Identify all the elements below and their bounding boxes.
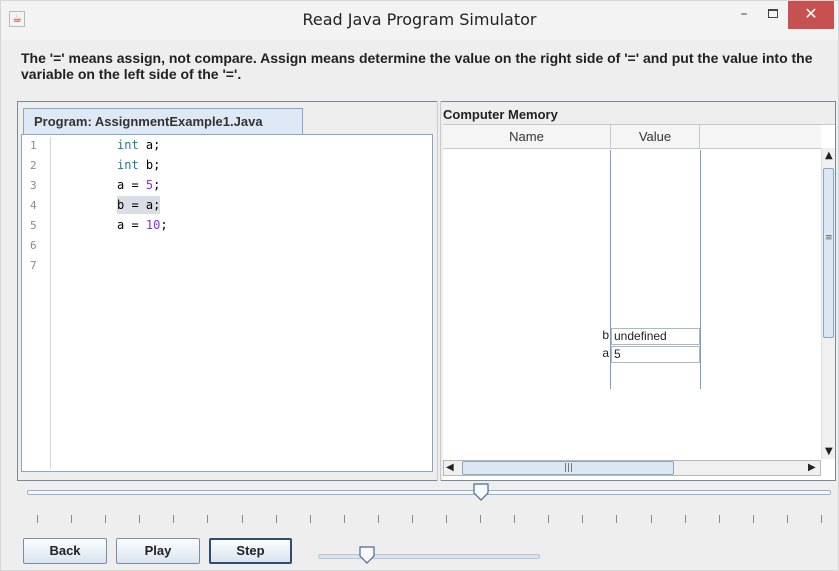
timeline-tick: [411, 515, 413, 523]
memory-table: Name Value b undefined a 5: [443, 124, 835, 480]
code-text: a;: [138, 138, 161, 152]
timeline-tick: [446, 515, 448, 523]
scroll-right-icon[interactable]: ▶: [808, 462, 816, 473]
line-number: 2: [30, 159, 37, 172]
variable-name: a: [602, 346, 609, 360]
line-number: 5: [30, 219, 37, 232]
memory-label: Computer Memory: [443, 107, 558, 122]
variable-value: undefined: [611, 328, 700, 345]
vertical-scroll-thumb[interactable]: [823, 168, 834, 338]
line-number: 7: [30, 259, 37, 272]
number-literal: 10: [145, 218, 161, 232]
timeline-tick: [786, 515, 788, 523]
code-line-3: a = 5;: [117, 176, 160, 194]
timeline-tick: [582, 515, 584, 523]
line-number: 3: [30, 179, 37, 192]
code-text: a =: [117, 218, 146, 232]
grip-icon: ≡: [825, 233, 833, 243]
line-number: 1: [30, 139, 37, 152]
timeline-tick: [173, 515, 175, 523]
variable-name: b: [602, 328, 609, 342]
variable-value: 5: [611, 346, 700, 363]
column-divider: [700, 150, 701, 389]
step-button[interactable]: Step: [209, 538, 292, 564]
back-button[interactable]: Back: [23, 538, 107, 564]
grip-icon: |||: [564, 463, 574, 473]
timeline-tick: [548, 515, 550, 523]
code-text: a =: [117, 178, 146, 192]
line-number-gutter: 1 2 3 4 5 6 7: [23, 137, 51, 469]
code-line-1: int a;: [117, 136, 160, 154]
column-header-value[interactable]: Value: [611, 125, 700, 149]
timeline-tick: [105, 515, 107, 523]
code-line-2: int b;: [117, 156, 160, 174]
timeline-tick: [480, 515, 482, 523]
minimize-icon[interactable]: –: [730, 1, 758, 29]
window-title: Read Java Program Simulator: [302, 10, 537, 29]
timeline-tick: [821, 515, 822, 523]
timeline-tick: [71, 515, 73, 523]
split-divider[interactable]: [437, 101, 441, 481]
code-text: b = a;: [117, 198, 161, 212]
keyword: int: [117, 158, 139, 172]
scroll-down-icon[interactable]: ▼: [825, 446, 833, 457]
timeline-tick: [718, 515, 720, 523]
tab-program[interactable]: Program: AssignmentExample1.Java: [23, 108, 303, 134]
line-number: 6: [30, 239, 37, 252]
column-header-name[interactable]: Name: [443, 125, 611, 149]
instruction-text: The '=' means assign, not compare. Assig…: [21, 50, 813, 82]
speed-slider-knob[interactable]: [359, 546, 375, 564]
title-bar: ☕ Read Java Program Simulator – ✕: [0, 0, 839, 40]
play-button[interactable]: Play: [116, 538, 200, 564]
timeline-tick: [37, 515, 38, 523]
timeline-tick: [275, 515, 277, 523]
timeline-tick: [241, 515, 243, 523]
timeline-tick: [343, 515, 345, 523]
timeline-tick: [514, 515, 516, 523]
timeline-tick: [207, 515, 209, 523]
code-editor[interactable]: 1 2 3 4 5 6 7: [21, 134, 433, 472]
timeline-tick: [139, 515, 141, 523]
code-text: b;: [138, 158, 161, 172]
timeline-tick: [309, 515, 311, 523]
code-line-4-current: b = a;: [117, 196, 161, 214]
timeline-slider-knob[interactable]: [473, 483, 489, 501]
timeline-tick: [752, 515, 754, 523]
scroll-left-icon[interactable]: ◀: [446, 462, 454, 473]
line-number: 4: [30, 199, 37, 212]
timeline-tick: [377, 515, 379, 523]
keyword: int: [117, 138, 139, 152]
maximize-icon[interactable]: [758, 1, 788, 29]
timeline-tick: [650, 515, 652, 523]
timeline-tick: [616, 515, 618, 523]
column-header-empty: [700, 125, 821, 149]
speed-slider[interactable]: [318, 554, 540, 559]
code-text: ;: [153, 178, 161, 192]
code-line-5: a = 10;: [117, 216, 168, 234]
timeline-slider[interactable]: [27, 490, 831, 495]
scroll-up-icon[interactable]: ▲: [825, 150, 833, 161]
close-icon[interactable]: ✕: [788, 1, 834, 29]
timeline-tick: [684, 515, 686, 523]
code-text: ;: [160, 218, 168, 232]
